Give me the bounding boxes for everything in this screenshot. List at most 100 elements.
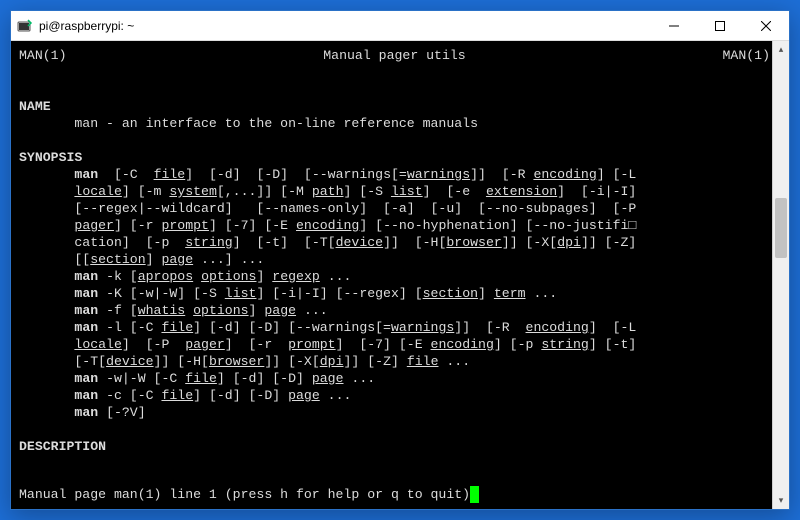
synopsis-line: man -c [-C file] [-d] [-D] page ... bbox=[19, 388, 351, 403]
text: ] [-d] [-D] [--warnings[= bbox=[185, 167, 407, 182]
arg: file bbox=[161, 320, 193, 335]
description-heading: DESCRIPTION bbox=[19, 439, 106, 454]
text bbox=[19, 269, 74, 284]
text: ]] [-X[ bbox=[264, 354, 319, 369]
text: ] [-d] [-D] bbox=[217, 371, 312, 386]
text bbox=[19, 388, 74, 403]
text: ...] ... bbox=[193, 252, 264, 267]
text: ] [-i|-I] [--regex] [ bbox=[256, 286, 422, 301]
text: ] [-t] bbox=[589, 337, 636, 352]
text bbox=[193, 269, 201, 284]
arg: locale bbox=[74, 184, 121, 199]
scrollbar-thumb[interactable] bbox=[775, 198, 787, 258]
arg: encoding bbox=[533, 167, 596, 182]
arg: pager bbox=[74, 218, 114, 233]
synopsis-line: locale] [-m system[,...]] [-M path] [-S … bbox=[19, 184, 636, 199]
text: -f [ bbox=[98, 303, 138, 318]
text: ] [-m bbox=[122, 184, 169, 199]
arg: prompt bbox=[161, 218, 208, 233]
arg: page bbox=[264, 303, 296, 318]
arg: warnings bbox=[407, 167, 470, 182]
text: ... bbox=[320, 269, 352, 284]
text: ]] [-H[ bbox=[383, 235, 446, 250]
terminal-area: MAN(1)Manual pager utilsMAN(1) NAME man … bbox=[11, 41, 789, 509]
arg: system bbox=[169, 184, 216, 199]
vertical-scrollbar[interactable]: ▴ ▾ bbox=[772, 41, 789, 509]
text: ]] [-Z] bbox=[581, 235, 636, 250]
text: ] [-S bbox=[343, 184, 390, 199]
status-text: Manual page man(1) line 1 (press h for h… bbox=[19, 487, 470, 502]
close-button[interactable] bbox=[743, 11, 789, 41]
synopsis-line: man [-C file] [-d] [-D] [--warnings[=war… bbox=[19, 167, 636, 182]
text: ] [-P bbox=[122, 337, 185, 352]
text: -w|-W [-C bbox=[98, 371, 185, 386]
app-icon bbox=[17, 18, 33, 34]
terminal-window: pi@raspberrypi: ~ MAN(1) Manual pager uti… bbox=[10, 10, 790, 510]
cmd: man bbox=[74, 303, 98, 318]
text: ]] [-H[ bbox=[154, 354, 209, 369]
text: ] [-r bbox=[114, 218, 161, 233]
text: ] [-d] [-D] bbox=[193, 388, 288, 403]
window-titlebar[interactable]: pi@raspberrypi: ~ bbox=[11, 11, 789, 41]
arg: term bbox=[494, 286, 526, 301]
text: ] [-7] [-E bbox=[209, 218, 296, 233]
synopsis-line: [[section] page ...] ... bbox=[19, 252, 264, 267]
text bbox=[19, 405, 74, 420]
synopsis-heading: SYNOPSIS bbox=[19, 150, 82, 165]
scroll-up-arrow[interactable]: ▴ bbox=[773, 41, 789, 58]
cmd: man bbox=[74, 167, 98, 182]
arg: regexp bbox=[272, 269, 319, 284]
man-header-center: Manual pager utils bbox=[323, 47, 465, 64]
text: ] bbox=[478, 286, 494, 301]
text: [-T[ bbox=[19, 354, 106, 369]
text: ... bbox=[344, 371, 376, 386]
arg: string bbox=[541, 337, 588, 352]
text: [[ bbox=[19, 252, 90, 267]
pager-status-line: Manual page man(1) line 1 (press h for h… bbox=[19, 486, 479, 503]
text bbox=[19, 286, 74, 301]
arg: page bbox=[312, 371, 344, 386]
text: cation] [-p bbox=[19, 235, 185, 250]
synopsis-line: [-T[device]] [-H[browser]] [-X[dpi]] [-Z… bbox=[19, 354, 470, 369]
text: ... bbox=[320, 388, 352, 403]
minimize-button[interactable] bbox=[651, 11, 697, 41]
text: ] [-i|-I] bbox=[557, 184, 636, 199]
window-controls bbox=[651, 11, 789, 41]
text: -c [-C bbox=[98, 388, 161, 403]
arg: string bbox=[185, 235, 232, 250]
terminal-output[interactable]: MAN(1)Manual pager utilsMAN(1) NAME man … bbox=[11, 41, 772, 509]
synopsis-line: [--regex|--wildcard] [--names-only] [-a]… bbox=[19, 201, 636, 216]
synopsis-line: pager] [-r prompt] [-7] [-E encoding] [-… bbox=[19, 218, 636, 233]
arg: dpi bbox=[320, 354, 344, 369]
text bbox=[19, 184, 74, 199]
synopsis-line: cation] [-p string] [-t] [-T[device]] [-… bbox=[19, 235, 636, 250]
man-header: MAN(1)Manual pager utilsMAN(1) bbox=[19, 47, 770, 64]
text bbox=[19, 320, 74, 335]
text: ] bbox=[256, 269, 272, 284]
synopsis-line: locale] [-P pager] [-r prompt] [-7] [-E … bbox=[19, 337, 636, 352]
scrollbar-track[interactable] bbox=[773, 58, 789, 492]
arg: device bbox=[106, 354, 153, 369]
text: ]] [-R bbox=[454, 320, 525, 335]
man-header-left: MAN(1) bbox=[19, 47, 66, 64]
maximize-button[interactable] bbox=[697, 11, 743, 41]
text: ] [-r bbox=[225, 337, 288, 352]
text: ] [-L bbox=[597, 167, 637, 182]
text bbox=[19, 337, 74, 352]
text: -l [-C bbox=[98, 320, 161, 335]
synopsis-line: man -w|-W [-C file] [-d] [-D] page ... bbox=[19, 371, 375, 386]
text: ] [-L bbox=[589, 320, 636, 335]
scroll-down-arrow[interactable]: ▾ bbox=[773, 492, 789, 509]
name-text: man - an interface to the on-line refere… bbox=[19, 116, 478, 131]
text bbox=[19, 371, 74, 386]
arg: page bbox=[288, 388, 320, 403]
cmd: man bbox=[74, 269, 98, 284]
arg: file bbox=[407, 354, 439, 369]
text: ... bbox=[526, 286, 558, 301]
synopsis-line: man -l [-C file] [-d] [-D] [--warnings[=… bbox=[19, 320, 636, 335]
arg: encoding bbox=[526, 320, 589, 335]
arg: list bbox=[391, 184, 423, 199]
cursor-icon bbox=[470, 486, 479, 503]
arg: list bbox=[225, 286, 257, 301]
text: ]] [-X[ bbox=[502, 235, 557, 250]
